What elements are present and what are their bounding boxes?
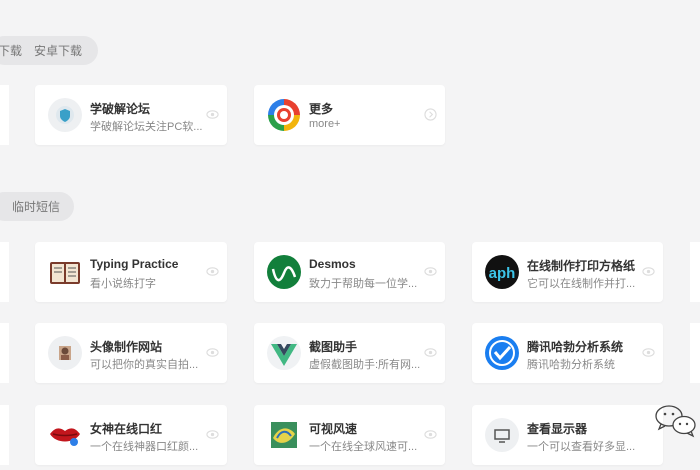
lips-icon (48, 418, 82, 452)
download-tab-group: 下载 安卓下载 (0, 36, 98, 65)
svg-text:aph: aph (489, 265, 516, 282)
arrow-right-icon[interactable] (424, 108, 437, 121)
tab-android-download[interactable]: 安卓下载 (34, 42, 94, 59)
eye-icon[interactable] (642, 346, 655, 359)
card-title: Desmos (309, 257, 356, 271)
card-desc: 致力于帮助每一位学... (309, 278, 418, 290)
card-more[interactable]: 更多 more+ (254, 85, 445, 145)
card-title: 在线制作打印方格纸 (527, 259, 636, 273)
color-wheel-icon (267, 98, 301, 132)
eye-icon[interactable] (642, 265, 655, 278)
card-title: 更多 (309, 102, 334, 116)
eye-icon[interactable] (206, 108, 219, 121)
card-title: 女神在线口红 (90, 422, 163, 436)
partial-card[interactable] (0, 323, 9, 383)
card-desmos[interactable]: Desmos 致力于帮助每一位学... (254, 242, 445, 302)
eye-icon[interactable] (206, 346, 219, 359)
card-wind-speed[interactable]: 可视风速 一个在线全球风速可... (254, 405, 445, 465)
card-title: 腾讯哈勃分析系统 (527, 340, 624, 354)
eye-icon[interactable] (424, 428, 437, 441)
check-shield-icon (485, 336, 519, 370)
tab-download[interactable]: 下载 (0, 42, 34, 59)
eye-icon[interactable] (424, 265, 437, 278)
card-typing-practice[interactable]: Typing Practice 看小说练打字 (35, 242, 227, 302)
card-desc: 学破解论坛关注PC软... (90, 121, 203, 133)
sms-tab-group: 临时短信 (0, 192, 74, 221)
card-desc: 一个在线神器口红颜... (90, 441, 199, 453)
monitor-icon (485, 418, 519, 452)
card-title: 可视风速 (309, 422, 358, 436)
shield-icon (48, 98, 82, 132)
vue-logo (267, 336, 301, 370)
card-desc: 一个在线全球风速可... (309, 441, 418, 453)
card-desc: 一个可以查看好多显... (527, 441, 636, 453)
card-title: 头像制作网站 (90, 340, 163, 354)
partial-card[interactable] (0, 85, 9, 145)
card-title: Typing Practice (90, 257, 179, 271)
card-title: 查看显示器 (527, 422, 588, 436)
portrait-icon (48, 336, 82, 370)
card-desc: 看小说练打字 (90, 278, 156, 290)
partial-card[interactable] (690, 323, 700, 383)
card-desc: 它可以在线制作并打... (527, 278, 636, 290)
eye-icon[interactable] (424, 346, 437, 359)
eye-icon[interactable] (206, 265, 219, 278)
card-screenshot-helper[interactable]: 截图助手 虚假截图助手:所有网... (254, 323, 445, 383)
aph-logo: aph (485, 255, 519, 289)
card-title: 学破解论坛 (90, 102, 151, 116)
partial-card[interactable] (690, 242, 700, 302)
graph-icon (267, 255, 301, 289)
card-avatar-maker[interactable]: 头像制作网站 可以把你的真实自拍... (35, 323, 227, 383)
card-lipstick[interactable]: 女神在线口红 一个在线神器口红颜... (35, 405, 227, 465)
card-habo[interactable]: 腾讯哈勃分析系统 腾讯哈勃分析系统 (472, 323, 663, 383)
wechat-icon (655, 405, 696, 438)
card-xuepojie[interactable]: 学破解论坛 学破解论坛关注PC软... (35, 85, 227, 145)
card-desc: more+ (309, 118, 341, 130)
eye-icon[interactable] (206, 428, 219, 441)
card-title: 截图助手 (309, 340, 358, 354)
card-desc: 可以把你的真实自拍... (90, 359, 199, 371)
card-desc: 虚假截图助手:所有网... (309, 359, 421, 371)
card-monitor-check[interactable]: 查看显示器 一个可以查看好多显... (472, 405, 663, 465)
partial-card[interactable] (0, 242, 9, 302)
globe-icon (267, 418, 301, 452)
partial-card[interactable] (0, 405, 9, 465)
tab-temp-sms[interactable]: 临时短信 (0, 198, 72, 215)
book-icon (48, 255, 82, 289)
card-desc: 腾讯哈勃分析系统 (527, 359, 615, 371)
card-grid-paper[interactable]: aph 在线制作打印方格纸 它可以在线制作并打... (472, 242, 663, 302)
